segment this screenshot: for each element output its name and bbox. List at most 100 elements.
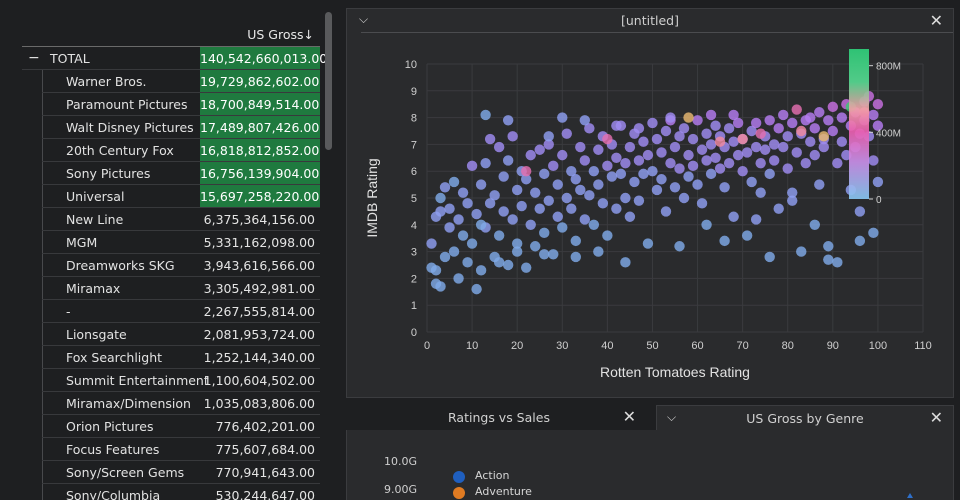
row-label: Dreamworks SKG (66, 258, 175, 273)
scatter-point (764, 115, 775, 126)
table-row[interactable]: MGM 5,331,162,098.00 (22, 231, 320, 254)
collapse-toggle-icon[interactable]: − (28, 47, 40, 70)
table-row[interactable]: Fox Searchlight 1,252,144,340.00 (22, 346, 320, 369)
scatter-point (791, 104, 802, 115)
scatter-point (462, 198, 473, 209)
table-row[interactable]: Orion Pictures 776,402,201.00 (22, 415, 320, 438)
scatter-point (665, 112, 676, 123)
table-row[interactable]: Paramount Pictures 18,700,849,514.00 (22, 93, 320, 116)
scatter-point (832, 257, 843, 268)
scatter-point (507, 131, 518, 142)
y-tick-label: 2 (411, 273, 417, 285)
table-row[interactable]: Warner Bros. 19,729,862,602.00 (22, 70, 320, 93)
scatter-point (687, 133, 699, 145)
scatter-point (489, 190, 500, 201)
scatter-point (782, 163, 793, 174)
scatter-point (854, 206, 866, 217)
table-row[interactable]: Sony/Columbia 530,244,647.00 (22, 484, 320, 500)
scatter-point (561, 128, 572, 139)
scatter-point (750, 141, 762, 153)
x-tick-label: 50 (646, 340, 658, 352)
scatter-point (584, 190, 595, 201)
scatter-point (552, 179, 563, 190)
close-icon[interactable]: ✕ (623, 407, 636, 426)
table-row[interactable]: Sony Pictures 16,756,139,904.00 (22, 162, 320, 185)
scatter-point (521, 166, 532, 177)
scatter-point (570, 251, 581, 263)
row-value: 5,331,162,098.00 (203, 235, 315, 250)
scatter-point (579, 214, 591, 225)
scatter-point (570, 174, 581, 185)
scatter-chart[interactable]: 0 10 20 30 40 50 60 70 80 90 100 110 0 1 2 3 4 5 6 7 8 9 10 Rot… (347, 9, 953, 397)
x-tick-label: 0 (424, 340, 430, 352)
scatter-point (511, 246, 523, 257)
table-row[interactable]: Walt Disney Pictures 17,489,807,426.00 (22, 116, 320, 139)
scatter-point (805, 136, 816, 147)
scatter-point (728, 109, 739, 121)
table-row[interactable]: Summit Entertainment 1,100,604,502.00 (22, 369, 320, 392)
y-tick-label: 6 (411, 166, 417, 178)
scatter-tab-title[interactable]: [untitled] (347, 13, 953, 28)
scatter-point (444, 203, 455, 214)
table-row[interactable]: Dreamworks SKG 3,943,616,566.00 (22, 254, 320, 277)
vertical-scrollbar-thumb[interactable] (325, 12, 332, 150)
scatter-point (737, 133, 748, 145)
scatter-point (683, 149, 694, 161)
table-row[interactable]: Universal 15,697,258,220.00 (22, 185, 320, 208)
scatter-point (832, 157, 843, 169)
row-value: 1,100,604,502.00 (203, 373, 315, 388)
scatter-point (557, 112, 568, 123)
scatter-point (854, 235, 866, 247)
table-row[interactable]: New Line 6,375,364,156.00 (22, 208, 320, 231)
row-label: Universal (66, 189, 125, 204)
table-row[interactable]: Focus Features 775,607,684.00 (22, 438, 320, 461)
legend-label: Adventure (475, 485, 532, 498)
table-row[interactable]: - 2,267,555,814.00 (22, 300, 320, 323)
scatter-point (759, 144, 771, 155)
scatter-point (502, 115, 514, 126)
table-row[interactable]: Sony/Screen Gems 770,941,643.00 (22, 461, 320, 484)
scatter-point (737, 166, 748, 177)
row-value: 16,818,812,852.00 (200, 139, 320, 162)
row-label: Miramax (66, 281, 121, 296)
y-tick-label: 7 (411, 139, 417, 151)
scatter-point (836, 112, 848, 123)
row-value: 6,375,364,156.00 (203, 212, 315, 227)
scatter-point (692, 179, 703, 190)
scatter-point (669, 182, 681, 193)
scatter-point (466, 238, 478, 249)
scatter-point (660, 125, 672, 137)
tab-us-gross-by-genre[interactable]: ⌵ US Gross by Genre ✕ (656, 405, 954, 431)
scatter-point (475, 265, 487, 276)
scatter-point (502, 155, 514, 166)
scatter-point (656, 174, 667, 185)
scatter-point (705, 168, 717, 180)
row-label: Sony Pictures (66, 166, 151, 181)
close-icon[interactable]: ✕ (930, 408, 943, 427)
x-tick-label: 100 (869, 340, 887, 352)
x-tick-label: 10 (466, 340, 478, 352)
scatter-point (611, 120, 622, 131)
table-row[interactable]: Miramax/Dimension 1,035,083,806.00 (22, 392, 320, 415)
scatter-point (701, 128, 712, 139)
scatter-point (868, 227, 879, 239)
tab-ratings-vs-sales[interactable]: Ratings vs Sales ✕ (346, 405, 652, 431)
table-row[interactable]: Miramax 3,305,492,981.00 (22, 277, 320, 300)
scatter-point (548, 160, 559, 172)
table-row-total[interactable]: − TOTAL 140,542,660,013.00 (22, 47, 327, 70)
scatter-point (620, 192, 631, 204)
x-tick-label: 80 (782, 340, 794, 352)
scatter-point (633, 195, 645, 206)
scatter-point (687, 160, 699, 172)
scatter-point (773, 203, 784, 214)
column-header-us-gross[interactable]: US Gross↓ (200, 27, 318, 45)
scatter-point (624, 141, 636, 153)
scatter-point (678, 123, 690, 134)
scatter-point (800, 157, 811, 169)
row-value: 3,305,492,981.00 (203, 281, 315, 296)
close-icon[interactable]: ✕ (930, 11, 943, 30)
scatter-point (548, 249, 559, 260)
table-row[interactable]: 20th Century Fox 16,818,812,852.00 (22, 139, 320, 162)
scatter-point (805, 112, 816, 123)
table-row[interactable]: Lionsgate 2,081,953,724.00 (22, 323, 320, 346)
